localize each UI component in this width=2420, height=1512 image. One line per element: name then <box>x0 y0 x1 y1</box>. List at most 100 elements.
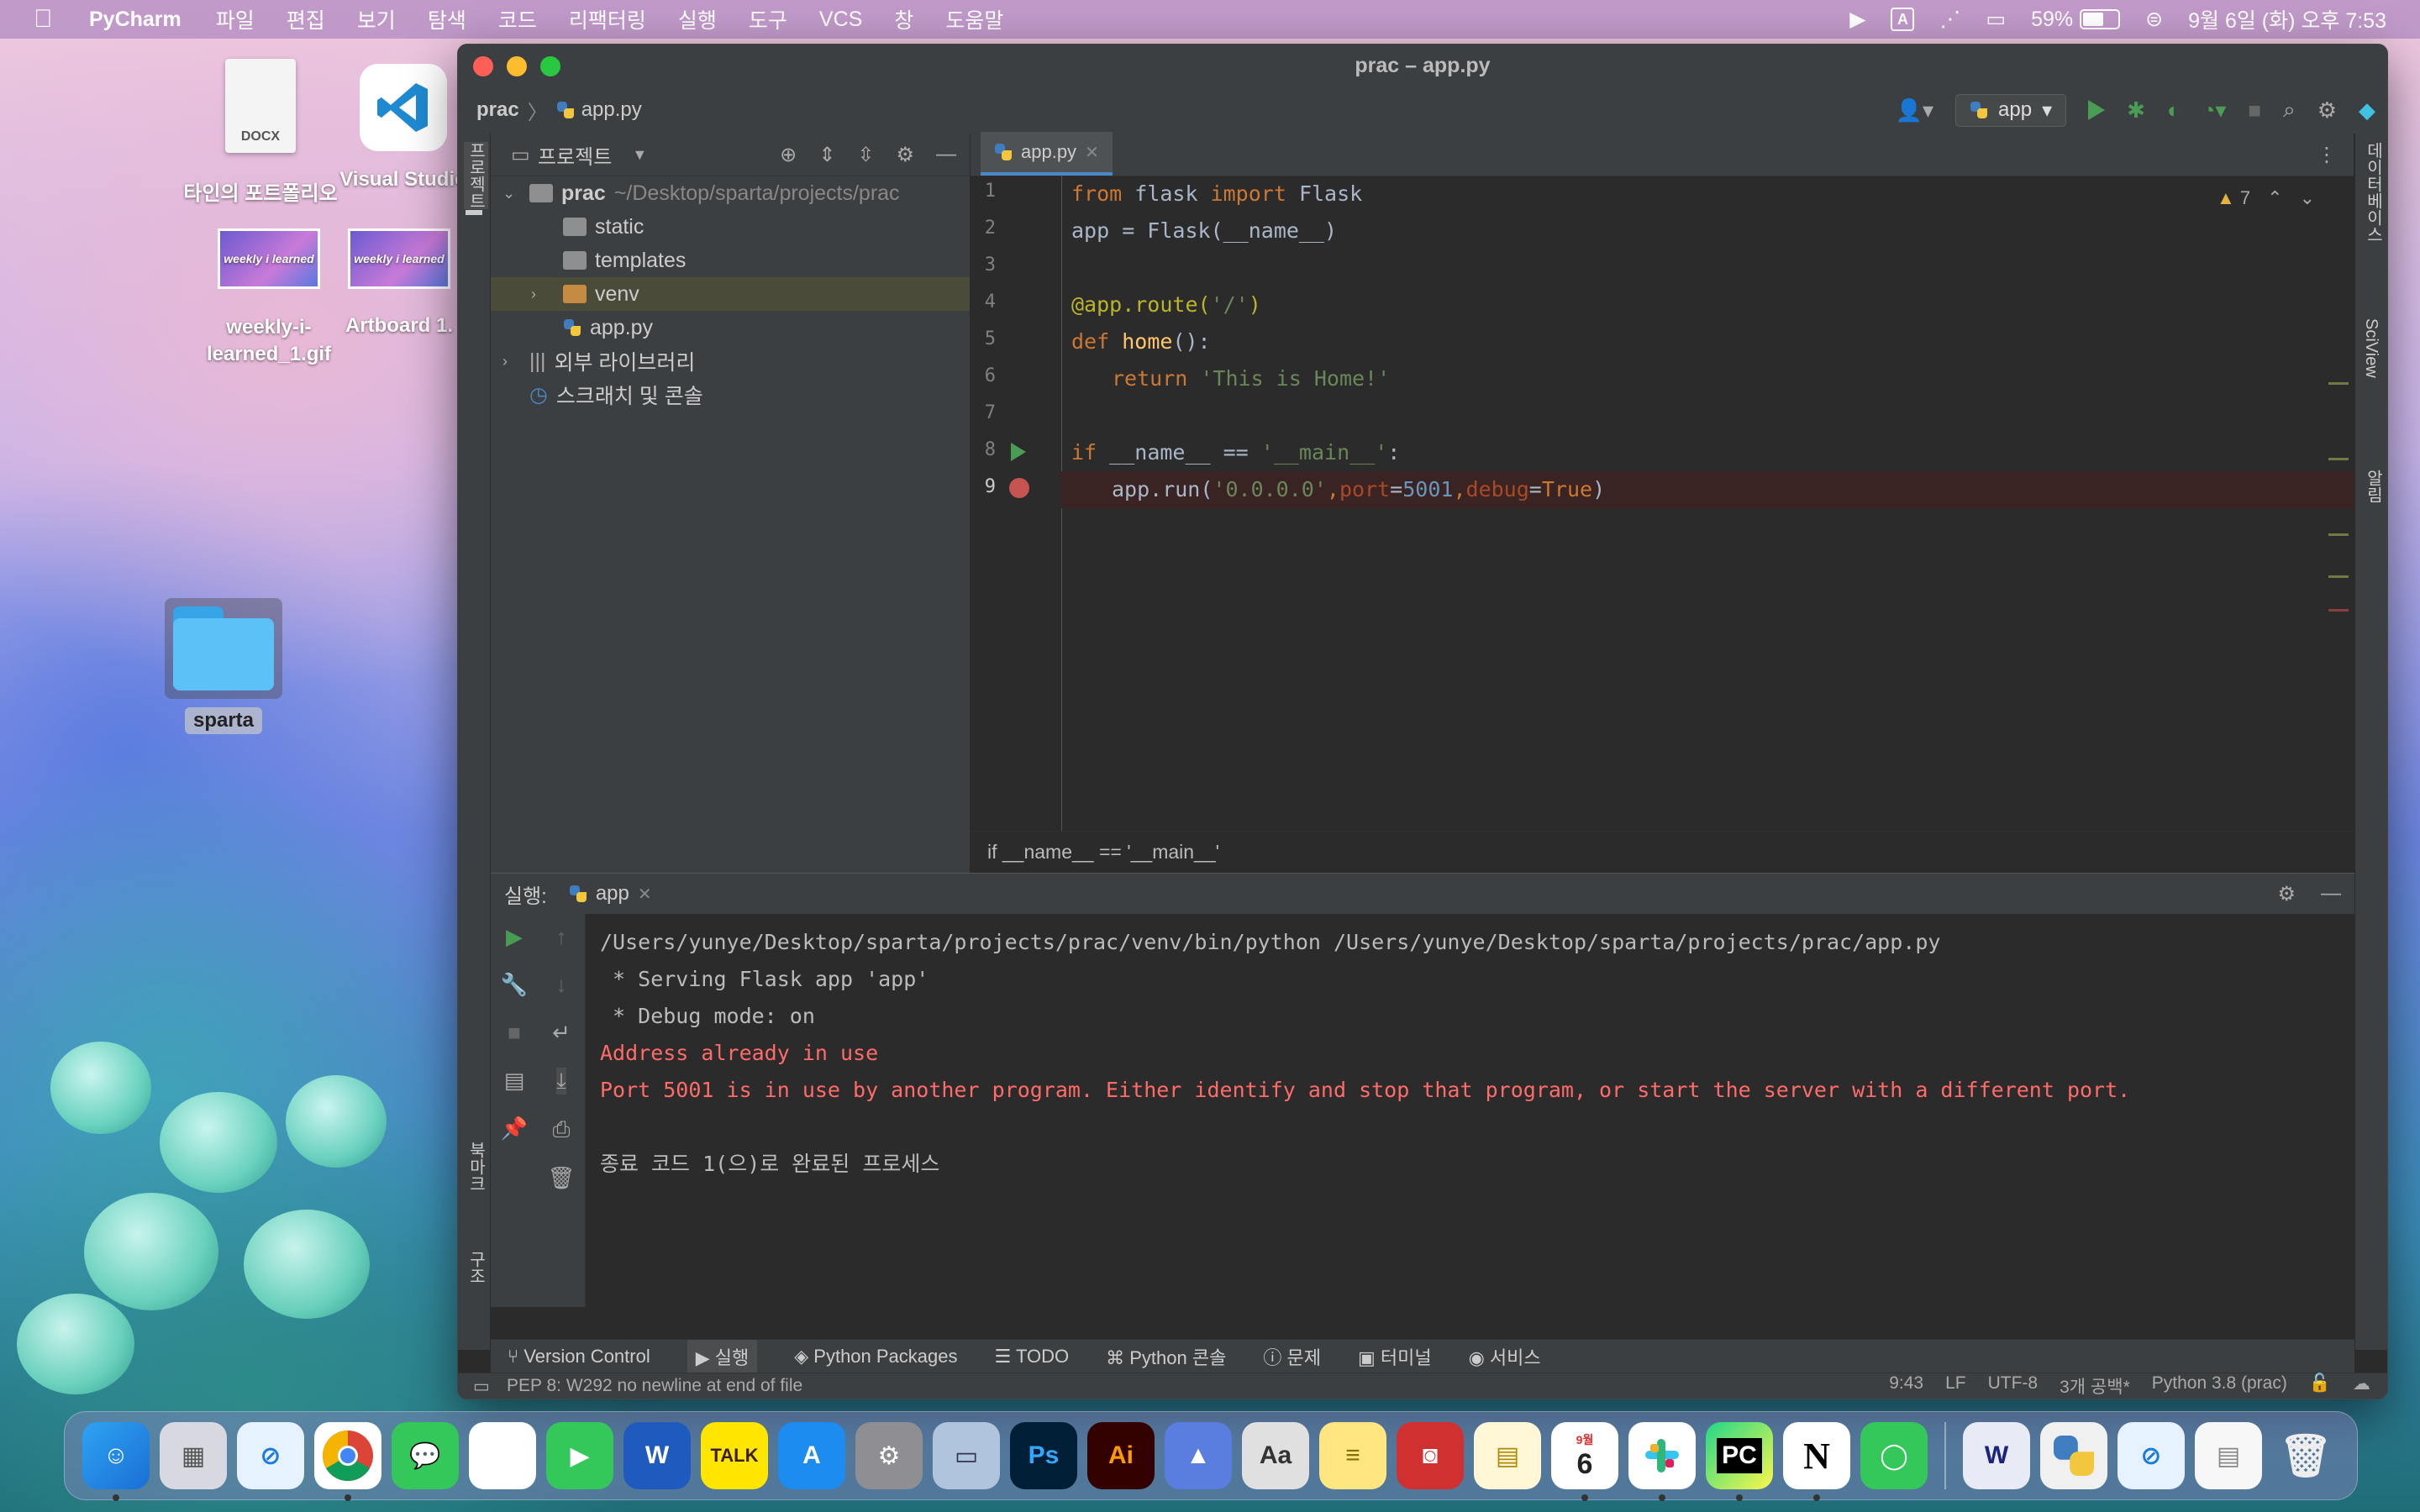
menu-view[interactable]: 보기 <box>357 4 396 34</box>
app-menu[interactable]: PyCharm <box>89 8 182 32</box>
stop-icon[interactable]: ■ <box>2248 97 2261 123</box>
tree-item-app-py[interactable]: app.py <box>491 311 970 344</box>
scroll-marker[interactable] <box>2328 609 2349 612</box>
status-message[interactable]: PEP 8: W292 no newline at end of file <box>507 1376 802 1396</box>
tree-item-scratches[interactable]: ◷ 스크래치 및 콘솔 <box>491 378 970 412</box>
arrow-down-icon[interactable]: ↓ <box>556 972 567 998</box>
clock[interactable]: 9월 6일 (화) 오후 7:53 <box>2188 4 2386 34</box>
jetbrains-tool-icon[interactable]: ◆ <box>2359 97 2375 123</box>
stop-icon[interactable]: ■ <box>508 1020 521 1046</box>
slack-icon[interactable] <box>1628 1422 1696 1501</box>
debug-bug-icon[interactable]: ✱ <box>2127 97 2145 123</box>
tree-item-venv[interactable]: › venv <box>491 277 970 311</box>
menu-window[interactable]: 창 <box>894 4 913 34</box>
project-tool-button[interactable]: 프로젝트 <box>464 142 488 209</box>
menu-refactor[interactable]: 리팩터링 <box>569 4 646 34</box>
coverage-icon[interactable]: ◐ <box>2167 97 2181 123</box>
tab-todo[interactable]: ☰ TODO <box>995 1346 1070 1368</box>
more-options-icon[interactable]: ⋮ <box>2317 143 2337 167</box>
run-gutter-icon[interactable] <box>1011 443 1026 461</box>
menu-tools[interactable]: 도구 <box>749 4 787 34</box>
run-tab-app[interactable]: app ✕ <box>569 882 652 906</box>
image-capture-icon[interactable]: ▲ <box>1165 1422 1232 1489</box>
chevron-right-icon[interactable]: › <box>502 353 519 370</box>
system-settings-icon[interactable]: ⚙ <box>855 1422 923 1489</box>
launchpad-icon[interactable]: ▦ <box>160 1422 227 1489</box>
folder-tool-icon[interactable]: ▬ <box>464 201 483 219</box>
rerun-icon[interactable]: ▶ <box>506 924 523 950</box>
hide-panel-icon[interactable]: — <box>936 143 956 167</box>
tab-python-console[interactable]: ⌘ Python 콘솔 <box>1106 1343 1226 1370</box>
menu-vcs[interactable]: VCS <box>819 8 862 32</box>
soft-wrap-icon[interactable]: ↵ <box>552 1020 571 1046</box>
python-launcher-icon[interactable] <box>2040 1422 2107 1489</box>
menu-help[interactable]: 도움말 <box>945 4 1003 34</box>
search-icon[interactable]: ⌕ <box>2283 97 2296 123</box>
locate-icon[interactable]: ⊕ <box>780 143 797 167</box>
tab-terminal[interactable]: ▣ 터미널 <box>1358 1343 1432 1370</box>
facetime-icon[interactable]: ▶ <box>546 1422 613 1489</box>
webex-icon[interactable]: W <box>1963 1422 2030 1489</box>
tab-app-py[interactable]: app.py ✕ <box>981 132 1113 176</box>
code-breadcrumb[interactable]: if __name__ == '__main__' <box>971 831 2354 873</box>
desktop-artboard-file[interactable]: weekly i learned Artboard 1. <box>336 228 462 338</box>
photo-booth-icon[interactable]: ◙ <box>1397 1422 1464 1489</box>
menu-file[interactable]: 파일 <box>216 4 255 34</box>
tab-run[interactable]: ▶ 실행 <box>687 1340 758 1373</box>
chevron-up-icon[interactable]: ⌃ <box>2267 187 2282 209</box>
chevron-right-icon[interactable]: › <box>531 286 563 303</box>
battery-status[interactable]: 59% <box>2031 8 2121 32</box>
scroll-marker[interactable] <box>2328 533 2349 536</box>
word-icon[interactable]: W <box>623 1422 691 1489</box>
panel-toggle-icon[interactable]: ▭ <box>473 1376 490 1397</box>
lock-icon[interactable]: 🔓 <box>2309 1373 2331 1399</box>
gear-icon[interactable]: ⚙ <box>2317 97 2337 123</box>
control-center-icon[interactable]: ⊜ <box>2145 7 2163 32</box>
project-view-selector[interactable]: 프로젝트 <box>538 140 612 170</box>
tree-item-external-libs[interactable]: › ||| 외부 라이브러리 <box>491 344 970 378</box>
zoom-window-button[interactable] <box>540 56 560 76</box>
wifi-icon[interactable]: ⋰ <box>1939 7 1960 32</box>
trash-icon[interactable]: 🗑 <box>2272 1422 2339 1489</box>
menu-code[interactable]: 코드 <box>498 4 537 34</box>
user-icon[interactable]: 👤▾ <box>1896 97 1933 123</box>
profile-icon[interactable]: ◔▾ <box>2202 97 2227 123</box>
notes-icon[interactable]: ▤ <box>1474 1422 1541 1489</box>
stickies-icon[interactable]: ≡ <box>1319 1422 1386 1489</box>
run-button[interactable] <box>2088 100 2106 120</box>
indent-setting[interactable]: 3개 공백* <box>2060 1373 2130 1399</box>
collapse-all-icon[interactable]: ⇳ <box>857 143 874 167</box>
documents-stack-icon[interactable]: ▤ <box>2195 1422 2262 1489</box>
breadcrumb-file[interactable]: app.py <box>581 98 642 122</box>
scroll-marker[interactable] <box>2328 575 2349 578</box>
chevron-down-icon[interactable]: ⌄ <box>502 185 519 202</box>
trash-icon[interactable]: 🗑 <box>547 1165 575 1191</box>
illustrator-icon[interactable]: Ai <box>1087 1422 1155 1489</box>
screen-record-icon[interactable]: ▶ <box>1849 7 1865 32</box>
database-tool-button[interactable]: 데이터베이스 <box>2361 142 2386 243</box>
tab-python-packages[interactable]: ◈ Python Packages <box>794 1346 957 1368</box>
desktop-gif-file[interactable]: weekly i learned weekly-i-learned_1.gif <box>193 228 345 368</box>
caret-position[interactable]: 9:43 <box>1889 1373 1923 1399</box>
safari-download-icon[interactable]: ⊘ <box>2118 1422 2185 1489</box>
messages-icon[interactable]: 💬 <box>392 1422 459 1489</box>
tab-services[interactable]: ◉ 서비스 <box>1469 1343 1541 1370</box>
hide-panel-icon[interactable]: — <box>2321 882 2341 906</box>
apple-icon[interactable]:  <box>34 5 59 34</box>
dictionary-icon[interactable]: Aa <box>1242 1422 1309 1489</box>
menu-navigate[interactable]: 탐색 <box>428 4 466 34</box>
chrome-icon[interactable] <box>314 1422 381 1501</box>
menu-run[interactable]: 실행 <box>678 4 717 34</box>
file-encoding[interactable]: UTF-8 <box>1988 1373 2039 1399</box>
expand-all-icon[interactable]: ⇕ <box>818 143 835 167</box>
chevron-down-icon[interactable]: ⌄ <box>2300 187 2315 209</box>
scroll-to-end-icon[interactable]: ⤓ <box>556 1068 566 1095</box>
inspection-widget[interactable]: ▲ 7 ⌃ ⌄ <box>2217 187 2315 209</box>
tab-problems[interactable]: ⓘ 문제 <box>1263 1343 1321 1370</box>
photoshop-icon[interactable]: Ps <box>1010 1422 1077 1489</box>
notion-icon[interactable]: N <box>1783 1422 1850 1501</box>
finder-icon[interactable]: ☺ <box>82 1422 150 1501</box>
sciview-tool-button[interactable]: SciView <box>2361 318 2381 378</box>
close-window-button[interactable] <box>473 56 493 76</box>
safari-icon[interactable]: ⊘ <box>237 1422 304 1489</box>
